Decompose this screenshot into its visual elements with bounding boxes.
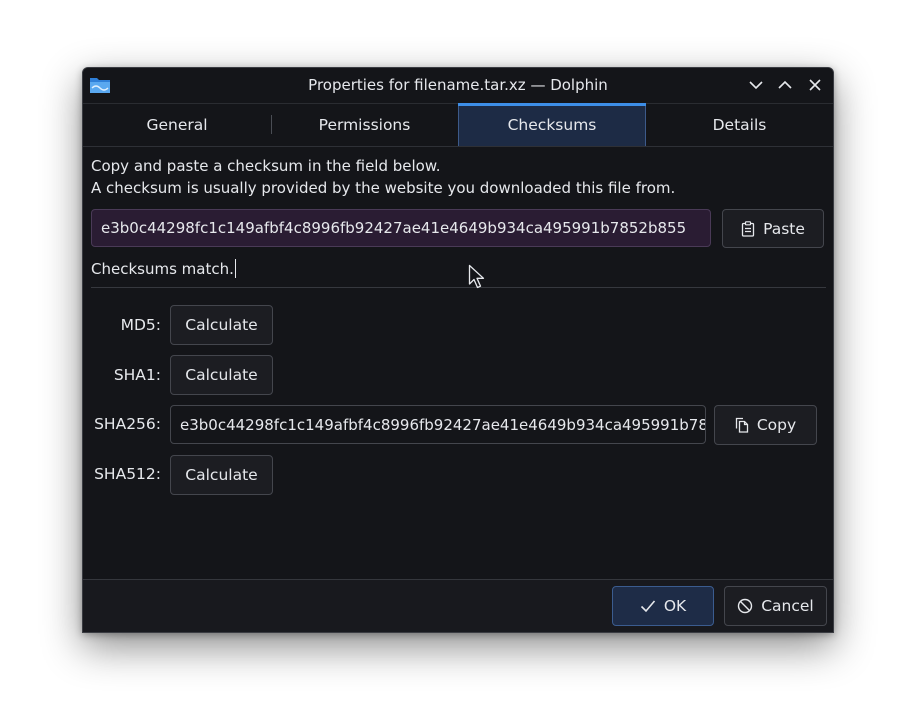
close-button[interactable] xyxy=(804,74,826,96)
properties-dialog: Properties for filename.tar.xz — Dolphin… xyxy=(82,67,834,633)
cancel-button[interactable]: Cancel xyxy=(724,586,827,626)
md5-label: MD5: xyxy=(120,316,161,334)
tab-details[interactable]: Details xyxy=(646,103,833,146)
sha512-calculate-button[interactable]: Calculate xyxy=(170,455,273,495)
copy-button-label: Copy xyxy=(756,416,797,434)
cancel-button-label: Cancel xyxy=(761,597,814,615)
paste-button[interactable]: Paste xyxy=(722,209,824,248)
tab-general[interactable]: General xyxy=(83,103,271,146)
clipboard-icon xyxy=(741,220,755,237)
sha1-label: SHA1: xyxy=(113,366,161,384)
dialog-footer: OK Cancel xyxy=(83,579,833,632)
ok-button[interactable]: OK xyxy=(612,586,714,626)
checkmark-icon xyxy=(640,600,655,613)
sha256-result-value: e3b0c44298fc1c149afbf4c8996fb92427ae41e4… xyxy=(180,415,706,434)
tab-bar: General Permissions Checksums Details xyxy=(83,103,833,147)
close-icon xyxy=(809,79,821,91)
sha1-calculate-button[interactable]: Calculate xyxy=(170,355,273,395)
ok-button-label: OK xyxy=(663,597,687,615)
window-title: Properties for filename.tar.xz — Dolphin xyxy=(308,76,608,94)
title-bar[interactable]: Properties for filename.tar.xz — Dolphin xyxy=(83,68,833,104)
maximize-icon xyxy=(778,80,792,89)
checksum-input[interactable]: e3b0c44298fc1c149afbf4c8996fb92427ae41e4… xyxy=(91,209,711,247)
sha256-label: SHA256: xyxy=(94,415,161,433)
md5-calculate-button[interactable]: Calculate xyxy=(170,305,273,345)
instruction-text: Copy and paste a checksum in the field b… xyxy=(91,157,441,175)
copy-icon xyxy=(735,417,748,433)
tab-permissions[interactable]: Permissions xyxy=(271,103,458,146)
section-divider xyxy=(91,287,826,288)
sha256-result-field[interactable]: e3b0c44298fc1c149afbf4c8996fb92427ae41e4… xyxy=(170,405,706,444)
checksum-input-value: e3b0c44298fc1c149afbf4c8996fb92427ae41e4… xyxy=(101,219,687,237)
cancel-icon xyxy=(738,598,753,614)
instruction-text-secondary: A checksum is usually provided by the we… xyxy=(91,179,676,197)
checksum-status-text: Checksums match. xyxy=(91,260,234,278)
minimize-button[interactable] xyxy=(745,74,767,96)
checksum-status: Checksums match. xyxy=(91,259,236,278)
tab-checksums[interactable]: Checksums xyxy=(458,103,646,146)
minimize-icon xyxy=(749,81,763,90)
sha512-label: SHA512: xyxy=(94,465,161,483)
text-caret xyxy=(234,259,236,278)
paste-button-label: Paste xyxy=(763,219,805,238)
copy-button[interactable]: Copy xyxy=(714,405,817,445)
maximize-button[interactable] xyxy=(774,74,796,96)
